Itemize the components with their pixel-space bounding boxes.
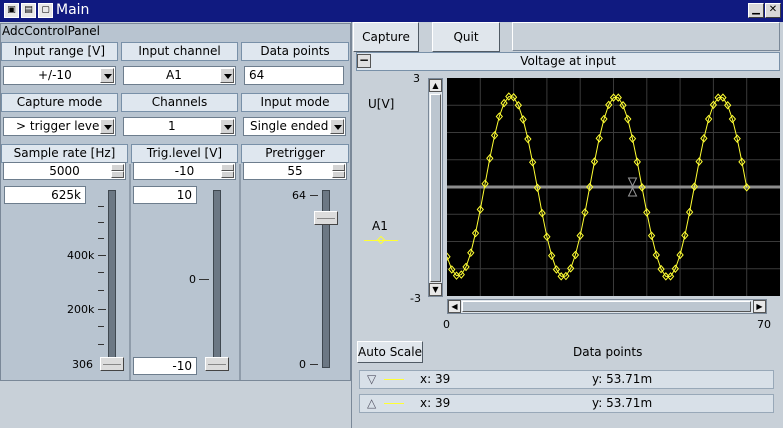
chevron-down-icon[interactable]	[100, 68, 114, 83]
toolbar-spacer	[512, 22, 780, 51]
input-channel-value: A1	[166, 68, 182, 82]
trig-level-slider-thumb[interactable]	[205, 357, 229, 371]
column-divider	[239, 164, 241, 380]
trig-level-slider-track[interactable]	[213, 190, 221, 368]
chevron-down-icon[interactable]	[100, 119, 114, 134]
horizontal-scroll-thumb[interactable]	[462, 301, 751, 312]
voltage-plot[interactable]	[447, 78, 780, 296]
pretrigger-spinner[interactable]: 55	[243, 162, 347, 180]
spin-down-icon[interactable]	[221, 171, 234, 178]
cursor-up-triangle-icon: △	[367, 396, 377, 410]
cursor-row-1: ▽ x: 39 y: 53.71m	[359, 370, 774, 389]
y-axis-label: U[V]	[368, 97, 395, 111]
sample-rate-header: Sample rate [Hz]	[1, 144, 128, 163]
scroll-up-icon[interactable]: ▲	[429, 79, 442, 92]
chevron-down-icon[interactable]	[220, 68, 234, 83]
channels-value: 1	[168, 119, 176, 133]
capture-mode-value: > trigger level	[16, 119, 103, 133]
spin-up-icon[interactable]	[221, 164, 234, 171]
pretrigger-spin-value: 55	[287, 164, 303, 178]
cursor1-y: y: 53.71m	[592, 372, 653, 386]
input-range-select[interactable]: +/-10	[3, 66, 116, 85]
capture-mode-header: Capture mode	[1, 93, 118, 112]
pretrigger-slider-thumb[interactable]	[314, 211, 338, 225]
cursor2-y: y: 53.71m	[592, 396, 653, 410]
auto-scale-button[interactable]: Auto Scale	[357, 341, 423, 363]
pretrigger-min-label: 0	[299, 358, 306, 371]
cursor2-x: x: 39	[420, 396, 451, 410]
input-range-header: Input range [V]	[1, 42, 118, 61]
y-axis-min: -3	[410, 292, 421, 305]
trig-level-value[interactable]: 10	[133, 186, 197, 204]
cursor1-x: x: 39	[420, 372, 451, 386]
cursor-line-icon	[384, 379, 404, 380]
spin-up-icon[interactable]	[332, 164, 345, 171]
window-title: Main	[56, 2, 90, 18]
sample-rate-tick-label: 200k	[67, 303, 95, 316]
chevron-down-icon[interactable]	[220, 119, 234, 134]
x-axis-max: 70	[757, 318, 771, 331]
cursor-row-2: △ x: 39 y: 53.71m	[359, 394, 774, 413]
pretrigger-header: Pretrigger	[241, 144, 349, 163]
input-range-value: +/-10	[38, 68, 72, 82]
scroll-right-icon[interactable]: ▶	[753, 300, 766, 313]
trig-level-bottom-value[interactable]: -10	[133, 357, 197, 375]
minimize-button[interactable]: ▁	[748, 3, 764, 18]
title-bar: ▣ ▤ ▢ Main ▁ ✕	[0, 0, 783, 22]
channels-select[interactable]: 1	[123, 117, 236, 136]
cursor-line-icon	[384, 403, 404, 404]
pretrigger-max-label: 64	[292, 189, 306, 202]
sample-rate-tick-label: 400k	[67, 249, 95, 262]
scroll-down-icon[interactable]: ▼	[429, 283, 442, 296]
spin-down-icon[interactable]	[332, 171, 345, 178]
restore-icon[interactable]: ▢	[38, 3, 53, 18]
input-channel-header: Input channel	[121, 42, 238, 61]
trig-level-mid-label: 0	[189, 273, 196, 286]
channels-header: Channels	[121, 93, 238, 112]
capture-mode-select[interactable]: > trigger level	[3, 117, 116, 136]
x-axis-min: 0	[443, 318, 450, 331]
panel-label: AdcControlPanel	[2, 24, 100, 38]
chevron-down-icon[interactable]	[330, 119, 344, 134]
trig-level-spinner[interactable]: -10	[133, 162, 236, 180]
sample-rate-slider-thumb[interactable]	[100, 357, 124, 371]
menu-icon[interactable]: ▤	[21, 3, 36, 18]
data-points-header: Data points	[241, 42, 349, 61]
scroll-left-icon[interactable]: ◀	[448, 300, 461, 313]
series-label: A1	[372, 219, 388, 233]
x-axis-label: Data points	[573, 345, 643, 359]
spin-down-icon[interactable]	[111, 171, 124, 178]
vertical-scroll-thumb[interactable]	[430, 94, 441, 282]
collapse-icon[interactable]: −	[357, 54, 371, 68]
sample-rate-min-label: 306	[72, 358, 93, 371]
trig-level-header: Trig.level [V]	[131, 144, 238, 163]
trig-level-spin-value: -10	[174, 164, 195, 178]
y-axis-max: 3	[413, 72, 420, 85]
input-channel-select[interactable]: A1	[123, 66, 236, 85]
sample-rate-spinner[interactable]: 5000	[3, 162, 126, 180]
input-mode-header: Input mode	[241, 93, 349, 112]
chart-title: Voltage at input	[356, 52, 780, 71]
data-points-input[interactable]: 64	[244, 66, 344, 85]
close-button[interactable]: ✕	[765, 3, 781, 18]
quit-button[interactable]: Quit	[432, 22, 500, 52]
column-divider	[129, 164, 131, 380]
input-mode-value: Single ended	[250, 119, 329, 133]
spin-up-icon[interactable]	[111, 164, 124, 171]
app-icon[interactable]: ▣	[4, 3, 19, 18]
input-mode-select[interactable]: Single ended	[243, 117, 346, 136]
sample-rate-spin-value: 5000	[49, 164, 80, 178]
capture-button[interactable]: Capture	[353, 22, 419, 52]
cursor-down-triangle-icon: ▽	[367, 372, 377, 386]
sample-rate-slider-track[interactable]	[108, 190, 116, 368]
sample-rate-value[interactable]: 625k	[4, 186, 86, 204]
